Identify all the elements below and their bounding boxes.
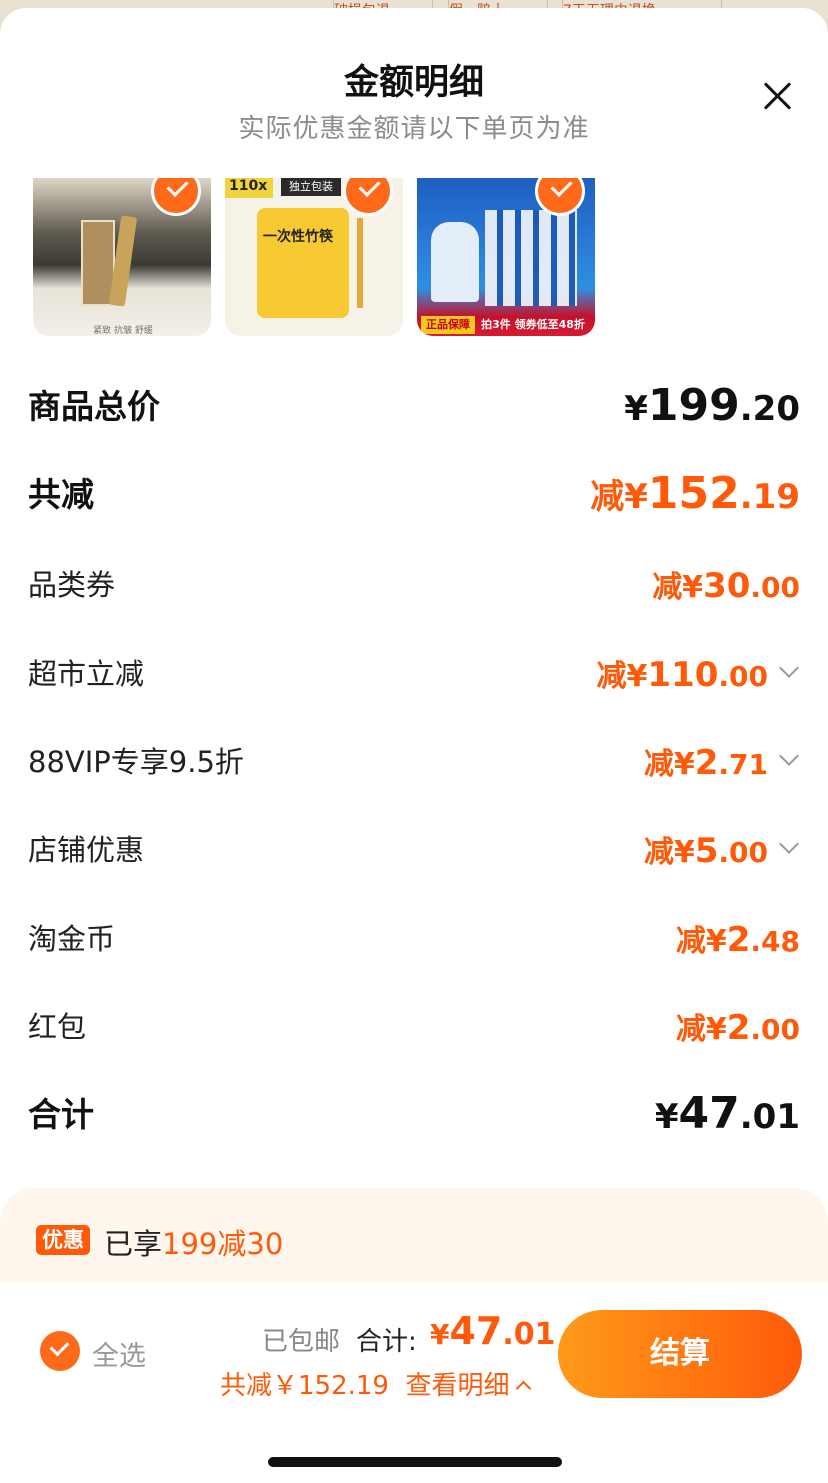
discount-label: 淘金币 [28, 922, 116, 956]
product-thumb-1[interactable]: 紧致 抗皱 舒缓 [33, 178, 211, 336]
currency-symbol: 减¥ [643, 835, 695, 870]
currency-symbol: 减¥ [675, 924, 727, 959]
grand-total-amount: ¥47.01 [655, 1088, 800, 1139]
discount-row-coins: 淘金币 减¥2.48 [28, 916, 800, 966]
amount-integer: 2 [726, 1008, 751, 1048]
free-shipping-label: 已包邮 [262, 1327, 341, 1357]
discount-label: 红包 [28, 1010, 87, 1044]
home-indicator [268, 1457, 562, 1467]
promo-text: 已享199减30 [104, 1221, 283, 1263]
total-reduce-label: 共减 [28, 475, 94, 514]
currency-symbol: 减¥ [643, 747, 695, 782]
discount-amount: 减¥110.00 [597, 651, 768, 695]
product-thumb-2[interactable]: 110x 独立包装 一次性竹筷 [225, 178, 403, 336]
product-figure-image [431, 222, 479, 302]
total-reduce-row: 共减 减¥152.19 [28, 468, 800, 519]
amount-decimal: .20 [739, 389, 800, 429]
product-tag-2: 独立包装 [281, 178, 341, 196]
discount-amount: 减¥2.00 [676, 1004, 800, 1048]
check-icon [343, 178, 393, 216]
amount-integer: 110 [647, 655, 719, 695]
amount-decimal: .00 [718, 836, 768, 869]
select-all-label[interactable]: 全选 [92, 1334, 146, 1373]
checkout-button[interactable]: 结算 [558, 1310, 802, 1398]
product-bag-image [257, 208, 349, 318]
amount-decimal: .19 [739, 477, 800, 517]
chevron-down-icon[interactable] [779, 834, 799, 854]
discount-amount: 减¥5.00 [644, 827, 768, 871]
promo-text-highlight: 199减30 [162, 1227, 284, 1261]
view-detail-link[interactable]: 共减￥152.19 查看明细 [220, 1365, 531, 1402]
goods-total-row: 商品总价 ¥199.20 [28, 380, 800, 431]
amount-decimal: .00 [750, 1013, 800, 1046]
amount-detail-sheet: 金额明细 实际优惠金额请以下单页为准 紧致 抗皱 舒缓 110x 独立包装 一次… [0, 8, 828, 1483]
discount-amount: 减¥30.00 [652, 562, 800, 606]
sheet-subtitle: 实际优惠金额请以下单页为准 [238, 114, 590, 144]
product-tag: 110x [225, 178, 273, 198]
grand-total-row: 合计 ¥47.01 [28, 1088, 800, 1139]
currency-symbol: ¥ [624, 389, 648, 429]
product-thumb-3[interactable]: 正品保障 拍3件 领券低至48折 [417, 178, 595, 336]
check-icon [151, 178, 201, 216]
currency-symbol: ¥ [654, 1097, 679, 1137]
toothpaste-image [485, 210, 577, 306]
discount-amount: 减¥2.48 [676, 916, 800, 960]
discount-label: 超市立减 [28, 657, 145, 691]
currency-symbol: 减¥ [675, 1012, 727, 1047]
amount-integer: 30 [703, 566, 751, 606]
discount-label: 品类券 [28, 568, 116, 602]
discount-row-supermarket[interactable]: 超市立减 减¥110.00 [28, 651, 800, 701]
total-reduce-text: 共减￥152.19 [220, 1371, 389, 1401]
product-bag-text: 一次性竹筷 [263, 229, 333, 245]
amount-integer: 199 [647, 380, 740, 431]
view-detail-label: 查看明细 [405, 1371, 510, 1401]
chevron-up-icon [515, 1380, 531, 1397]
currency-symbol: 减¥ [652, 570, 704, 605]
currency-symbol: 减¥ [596, 659, 648, 694]
amount-decimal: .01 [739, 1097, 800, 1137]
chevron-down-icon[interactable] [779, 746, 799, 766]
amount-decimal: .01 [502, 1317, 556, 1352]
amount-integer: 2 [726, 920, 751, 960]
discount-amount: 减¥2.71 [644, 739, 768, 783]
product-caption: 紧致 抗皱 舒缓 [93, 326, 153, 336]
amount-integer: 47 [678, 1088, 740, 1139]
product-promo-right: 拍3件 领券低至48折 [481, 318, 585, 331]
product-thumbnails: 紧致 抗皱 舒缓 110x 独立包装 一次性竹筷 正品保障 拍3件 领券低至48… [33, 178, 603, 336]
currency-symbol: 减¥ [590, 477, 648, 517]
amount-integer: 152 [647, 468, 740, 519]
promo-badge: 优惠 [36, 1225, 90, 1255]
total-label: 合计: [356, 1327, 417, 1357]
amount-integer: 47 [449, 1309, 503, 1353]
product-promo-left: 正品保障 [421, 316, 475, 334]
select-all-checkbox[interactable] [40, 1331, 80, 1371]
discount-row-red-packet: 红包 减¥2.00 [28, 1004, 800, 1054]
discount-row-88vip[interactable]: 88VIP专享9.5折 减¥2.71 [28, 739, 800, 789]
amount-decimal: .00 [750, 571, 800, 604]
grand-total-label: 合计 [28, 1095, 94, 1134]
amount-decimal: .00 [718, 660, 768, 693]
checkout-bar: 全选 已包邮 合计: ¥47.01 共减￥152.19 查看明细 结算 [0, 1283, 828, 1483]
promo-text-prefix: 已享 [104, 1227, 163, 1261]
amount-decimal: .71 [718, 748, 768, 781]
total-amount: ¥47.01 [430, 1309, 556, 1353]
chevron-down-icon[interactable] [779, 658, 799, 678]
promo-bar: 优惠 已享199减30 [0, 1188, 828, 1283]
sheet-title: 金额明细 [343, 63, 484, 103]
close-icon[interactable] [762, 80, 794, 112]
total-reduce-amount: 减¥152.19 [590, 468, 800, 519]
goods-total-label: 商品总价 [28, 387, 160, 426]
discount-row-store[interactable]: 店铺优惠 减¥5.00 [28, 827, 800, 877]
amount-decimal: .48 [750, 925, 800, 958]
amount-integer: 2 [694, 743, 719, 783]
discount-row-category-coupon: 品类券 减¥30.00 [28, 562, 800, 612]
amount-integer: 5 [694, 831, 719, 871]
discount-label: 店铺优惠 [28, 833, 145, 867]
chopstick-image [357, 218, 363, 308]
discount-label: 88VIP专享9.5折 [28, 745, 244, 779]
goods-total-amount: ¥199.20 [624, 380, 800, 431]
currency-symbol: ¥ [430, 1318, 450, 1351]
